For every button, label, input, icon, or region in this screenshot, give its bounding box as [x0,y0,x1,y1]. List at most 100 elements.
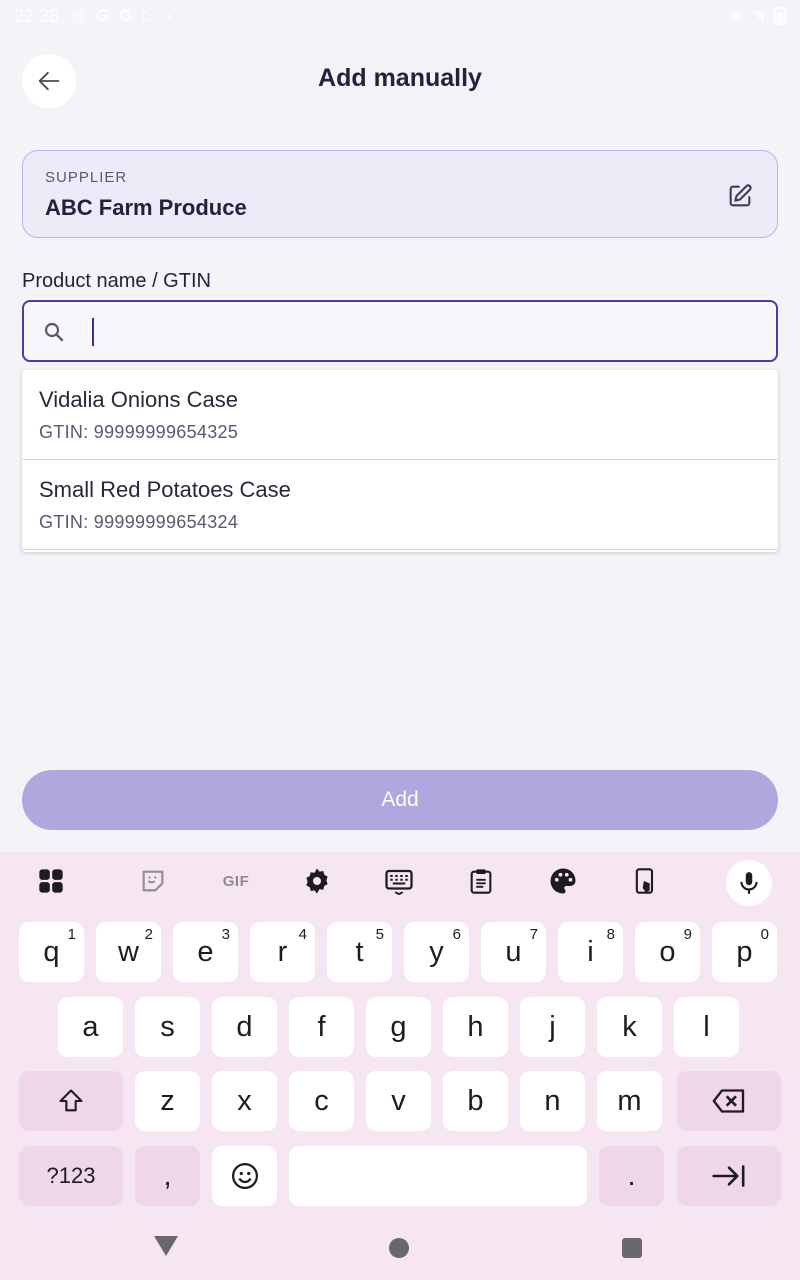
key-r[interactable]: r4 [250,922,315,982]
key-u[interactable]: u7 [481,922,546,982]
one-handed-mode-icon[interactable] [630,866,660,896]
palette-glyph [550,868,576,894]
key-c[interactable]: c [289,1071,354,1131]
key-hint: 7 [529,926,538,943]
key-p[interactable]: p0 [712,922,777,982]
key-l[interactable]: l [674,997,739,1057]
suggestion-item[interactable]: Vidalia Onions Case GTIN: 99999999654325 [22,370,778,460]
key-label: y [429,935,444,968]
keyboard-toolbar: GIF [0,852,800,912]
key-hint: 5 [375,926,384,943]
key-q[interactable]: q1 [19,922,84,982]
key-hint: 2 [144,926,153,943]
key-label: t [355,935,364,968]
symbols-key[interactable]: ?123 [19,1146,123,1206]
key-e[interactable]: e3 [173,922,238,982]
apps-grid-icon[interactable] [36,866,66,896]
suggestion-name: Vidalia Onions Case [39,387,238,412]
key-hint: 1 [67,926,76,943]
key-f[interactable]: f [289,997,354,1057]
key-z[interactable]: z [135,1071,200,1131]
key-h[interactable]: h [443,997,508,1057]
suggestion-gtin: GTIN: 99999999654325 [39,422,239,442]
battery-icon [774,7,786,25]
on-screen-keyboard: GIF q 1 w 2 e 3 r 4 t 5 y 6 u 7 i 8 o 9 … [0,852,800,1280]
gear-glyph [306,868,328,894]
suggestion-item[interactable]: Small Red Potatoes Case GTIN: 9999999965… [22,460,778,550]
period-key[interactable]: . [599,1146,664,1206]
suggestion-gtin: GTIN: 99999999654324 [39,512,239,532]
add-button[interactable]: Add [22,770,778,830]
status-bar: 22:28 ◎ G G ▷ ● ✱ ◥ [0,0,800,32]
key-s[interactable]: s [135,997,200,1057]
shift-icon [59,1089,83,1112]
gif-label: GIF [222,872,250,890]
product-search-box[interactable] [22,300,778,362]
product-field-label: Product name / GTIN [22,270,211,292]
key-hint: 6 [452,926,461,943]
key-w[interactable]: w2 [96,922,161,982]
key-hint: 4 [298,926,307,943]
supplier-card: SUPPLIER ABC Farm Produce [22,150,778,238]
clipboard-glyph [470,869,492,894]
key-label: w [118,935,139,968]
symbols-key-label: ?123 [46,1163,96,1188]
phone-hand-glyph [635,868,654,894]
key-m[interactable]: m [597,1071,662,1131]
key-y[interactable]: y6 [404,922,469,982]
key-hint: 9 [683,926,692,943]
key-label: i [587,935,594,968]
key-j[interactable]: j [520,997,585,1057]
notification-icons: ◎ G G ▷ ● [71,6,171,26]
key-x[interactable]: x [212,1071,277,1131]
keyboard-glyph [385,869,413,896]
key-n[interactable]: n [520,1071,585,1131]
next-tab-key[interactable] [677,1146,781,1206]
key-o[interactable]: o9 [635,922,700,982]
key-label: o [659,935,676,968]
apps-grid-glyph [39,869,63,893]
voice-input-button[interactable] [726,860,772,906]
microphone-icon [740,872,758,894]
search-icon [44,322,64,342]
sticker-glyph [142,870,164,892]
supplier-name: ABC Farm Produce [45,195,247,220]
bluetooth-icon: ✱ [729,8,743,25]
settings-gear-icon[interactable] [302,866,332,896]
key-v[interactable]: v [366,1071,431,1131]
key-b[interactable]: b [443,1071,508,1131]
key-hint: 0 [760,926,769,943]
gif-icon[interactable]: GIF [218,866,254,896]
key-label: p [736,935,753,968]
shift-key[interactable] [19,1071,123,1131]
emoji-key[interactable] [212,1146,277,1206]
suggestions-dropdown: Vidalia Onions Case GTIN: 99999999654325… [22,370,778,552]
nav-back-icon[interactable] [154,1236,178,1256]
nav-recents-icon[interactable] [622,1238,642,1258]
edit-supplier-button[interactable] [725,181,755,211]
sticker-icon[interactable] [138,866,168,896]
key-i[interactable]: i8 [558,922,623,982]
clipboard-icon[interactable] [466,866,496,896]
nav-home-icon[interactable] [389,1238,409,1258]
space-key[interactable] [289,1146,587,1206]
keyboard-layout-icon[interactable] [384,866,414,896]
key-hint: 8 [606,926,615,943]
theme-palette-icon[interactable] [548,866,578,896]
key-a[interactable]: a [58,997,123,1057]
google-icon: G [95,6,110,25]
key-t[interactable]: t5 [327,922,392,982]
system-icons: ✱ ◥ [730,7,786,25]
play-store-icon: ▷ [142,6,156,25]
backspace-key[interactable] [677,1071,781,1131]
system-nav-bar [0,1220,800,1280]
tab-arrow-icon [712,1165,745,1187]
wifi-icon: ◥ [752,8,764,25]
edit-icon [729,184,752,207]
notification-icon: ◎ [71,6,86,25]
key-g[interactable]: g [366,997,431,1057]
key-k[interactable]: k [597,997,662,1057]
product-search-input[interactable] [98,312,758,352]
comma-key[interactable]: , [135,1146,200,1206]
key-d[interactable]: d [212,997,277,1057]
